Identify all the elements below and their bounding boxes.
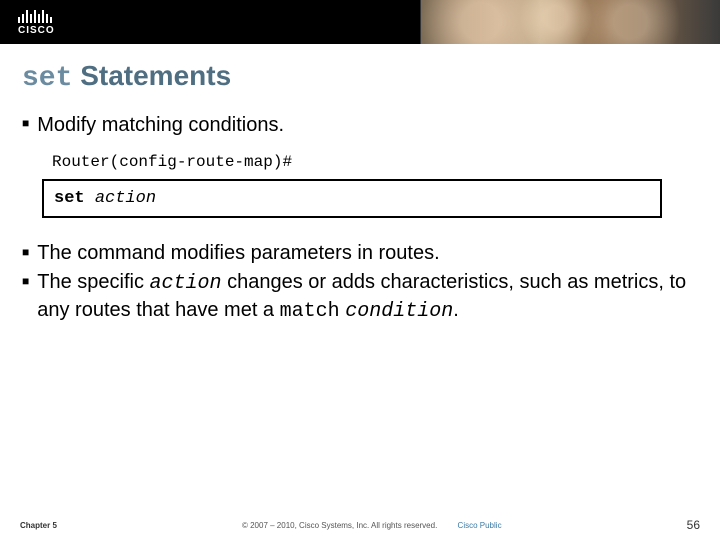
bullet-icon: ■ — [22, 112, 29, 139]
bullet-desc-1: ■ The command modifies parameters in rou… — [22, 240, 698, 267]
logo-bars-icon — [18, 9, 55, 23]
cli-prompt: Router(config-route-map)# — [52, 153, 698, 171]
bullet-icon: ■ — [22, 269, 29, 325]
bullet-icon: ■ — [22, 240, 29, 267]
desc-text-2: The specific action changes or adds char… — [37, 269, 698, 325]
footer: Chapter 5 © 2007 – 2010, Cisco Systems, … — [0, 518, 720, 532]
desc-text-1: The command modifies parameters in route… — [37, 240, 439, 267]
title-keyword: set — [22, 63, 72, 94]
footer-copyright: © 2007 – 2010, Cisco Systems, Inc. All r… — [242, 521, 437, 530]
code-condition: condition — [345, 300, 453, 323]
header-photo-strip — [420, 0, 720, 44]
slide-content: set Statements ■ Modify matching conditi… — [0, 44, 720, 325]
bullet-modify: ■ Modify matching conditions. — [22, 112, 698, 139]
header-bar: CISCO — [0, 0, 720, 44]
footer-chapter: Chapter 5 — [20, 521, 57, 530]
footer-center: © 2007 – 2010, Cisco Systems, Inc. All r… — [57, 521, 687, 530]
command-arg: action — [95, 189, 156, 208]
command-keyword: set — [54, 189, 85, 208]
footer-classification: Cisco Public — [458, 521, 502, 530]
slide-title: set Statements — [22, 60, 698, 94]
code-action: action — [150, 272, 222, 295]
bullet-text: Modify matching conditions. — [37, 112, 284, 139]
description-block: ■ The command modifies parameters in rou… — [22, 240, 698, 325]
footer-page: 56 — [687, 518, 700, 532]
code-match: match — [280, 300, 340, 323]
title-rest: Statements — [80, 60, 231, 91]
bullet-desc-2: ■ The specific action changes or adds ch… — [22, 269, 698, 325]
brand-text: CISCO — [18, 25, 55, 36]
command-box: set action — [42, 179, 662, 218]
brand-logo: CISCO — [0, 9, 55, 36]
